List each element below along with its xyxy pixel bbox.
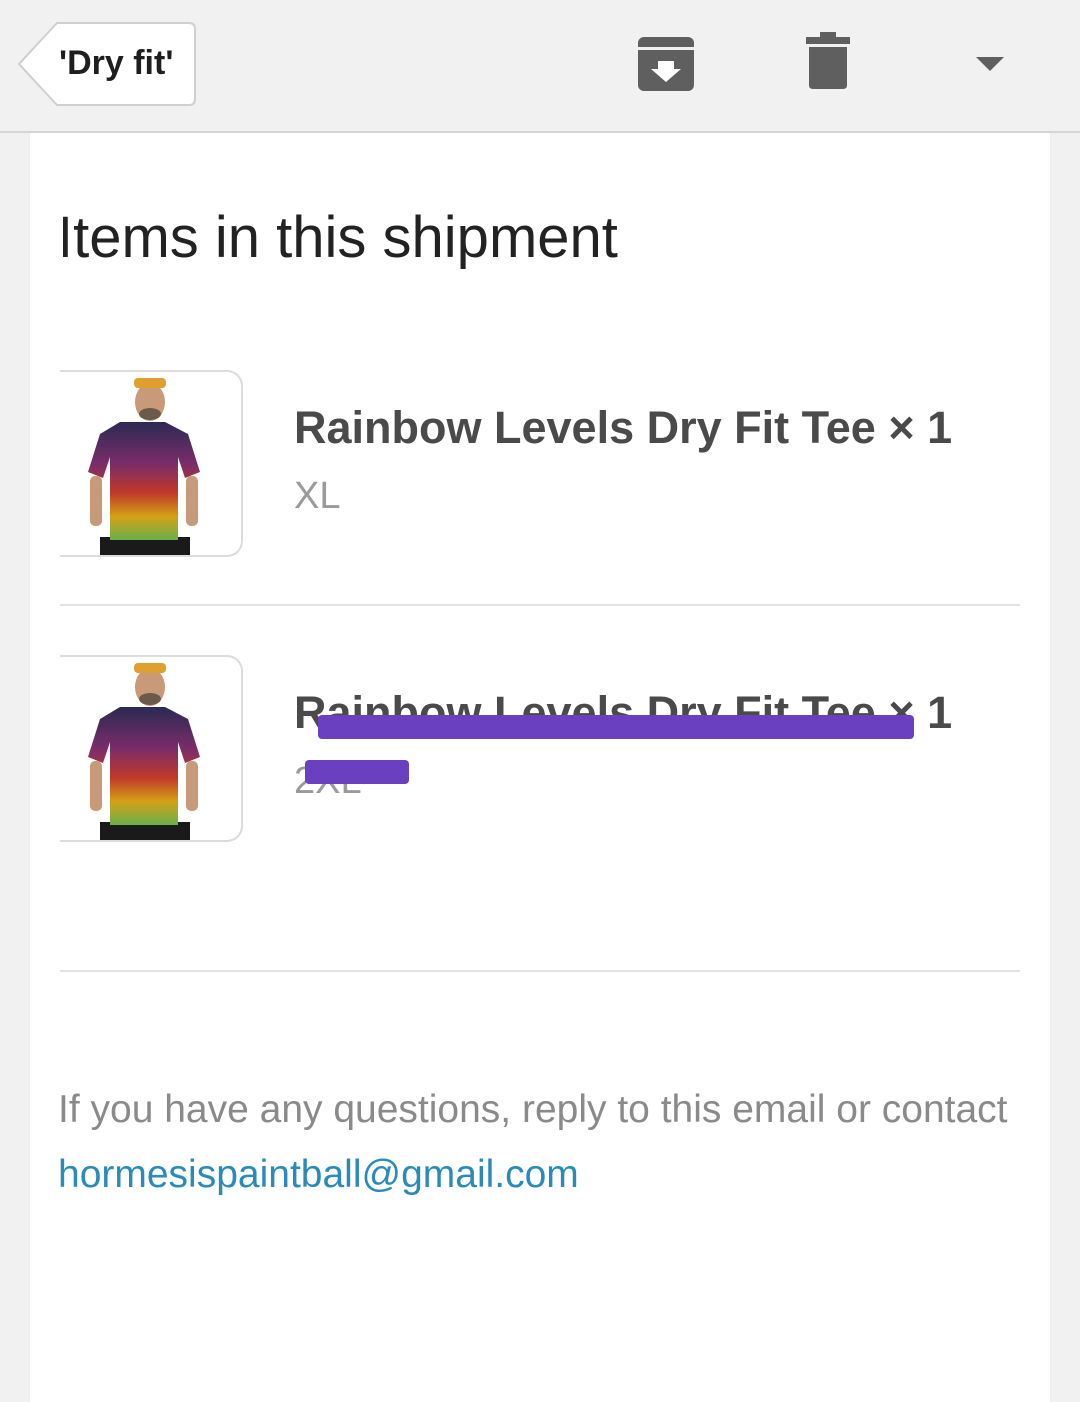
- product-thumbnail: [60, 370, 243, 557]
- shipment-item: Rainbow Levels Dry Fit Tee × 1 2XL: [60, 655, 1020, 845]
- divider: [60, 970, 1020, 972]
- divider: [60, 604, 1020, 606]
- email-body: Items in this shipment Rainbow Levels Dr…: [30, 133, 1050, 1402]
- back-label-button[interactable]: 'Dry fit': [17, 21, 197, 107]
- back-label-text: 'Dry fit': [59, 44, 174, 82]
- shipment-item: Rainbow Levels Dry Fit Tee × 1 XL: [60, 370, 1020, 560]
- item-title: Rainbow Levels Dry Fit Tee × 1: [294, 402, 953, 453]
- trash-icon[interactable]: [803, 31, 853, 91]
- top-action-bar: 'Dry fit': [0, 0, 1080, 133]
- redaction-mark: [318, 715, 914, 739]
- product-thumbnail: [60, 655, 243, 842]
- archive-icon[interactable]: [636, 35, 696, 93]
- contact-email-link[interactable]: hormesispaintball@gmail.com: [58, 1150, 1020, 1200]
- section-heading: Items in this shipment: [57, 205, 618, 270]
- footer-help-text: If you have any questions, reply to this…: [58, 1088, 1020, 1131]
- redaction-mark: [305, 760, 409, 784]
- chevron-down-icon[interactable]: [974, 55, 1006, 73]
- item-variant: XL: [294, 475, 341, 517]
